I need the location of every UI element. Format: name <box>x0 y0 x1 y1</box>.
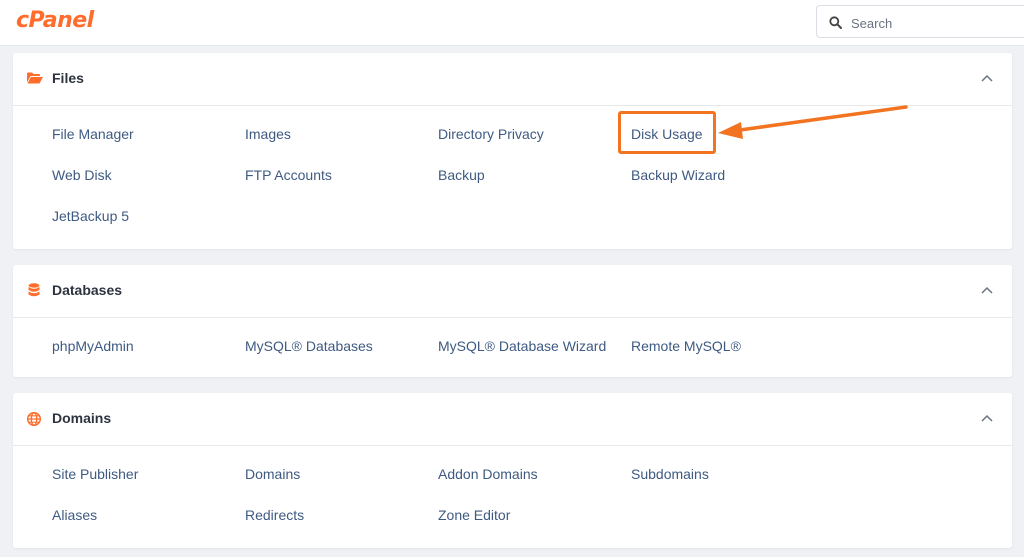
mysql-database-wizard-link[interactable]: MySQL® Database Wizard <box>438 338 606 354</box>
zone-editor-link[interactable]: Zone Editor <box>438 507 510 523</box>
aliases-link[interactable]: Aliases <box>52 507 97 523</box>
ftp-accounts-link[interactable]: FTP Accounts <box>245 167 332 183</box>
file-manager-link[interactable]: File Manager <box>52 126 134 142</box>
cpanel-logo[interactable]: cPanel <box>16 8 94 33</box>
jetbackup-link[interactable]: JetBackup 5 <box>52 208 129 224</box>
images-link[interactable]: Images <box>245 126 291 142</box>
database-icon <box>28 283 40 297</box>
web-disk-link[interactable]: Web Disk <box>52 167 112 183</box>
collapse-chevron-icon[interactable] <box>981 74 993 82</box>
redirects-link[interactable]: Redirects <box>245 507 304 523</box>
domains-panel-header[interactable]: Domains <box>13 393 1012 446</box>
subdomains-link[interactable]: Subdomains <box>631 466 709 482</box>
domains-link[interactable]: Domains <box>245 466 300 482</box>
files-title: Files <box>52 70 84 86</box>
domains-panel: Domains Site Publisher Domains Addon Dom… <box>13 393 1012 548</box>
collapse-chevron-icon[interactable] <box>981 286 993 294</box>
domains-title: Domains <box>52 410 112 426</box>
backup-link[interactable]: Backup <box>438 167 485 183</box>
backup-wizard-link[interactable]: Backup Wizard <box>631 167 725 183</box>
search-box[interactable] <box>816 5 1024 38</box>
directory-privacy-link[interactable]: Directory Privacy <box>438 126 544 142</box>
databases-panel: Databases phpMyAdmin MySQL® Databases My… <box>13 265 1012 377</box>
disk-usage-highlight-box <box>618 111 716 154</box>
top-bar: cPanel <box>0 0 1024 46</box>
search-icon <box>829 16 842 29</box>
phpmyadmin-link[interactable]: phpMyAdmin <box>52 338 134 354</box>
remote-mysql-link[interactable]: Remote MySQL® <box>631 338 741 354</box>
addon-domains-link[interactable]: Addon Domains <box>438 466 538 482</box>
mysql-databases-link[interactable]: MySQL® Databases <box>245 338 373 354</box>
search-input[interactable] <box>849 12 1023 34</box>
databases-title: Databases <box>52 282 123 298</box>
collapse-chevron-icon[interactable] <box>981 414 993 422</box>
files-panel: Files File Manager Images Directory Priv… <box>13 53 1012 249</box>
globe-icon <box>27 412 41 426</box>
files-panel-header[interactable]: Files <box>13 53 1012 106</box>
folder-open-icon <box>27 72 43 84</box>
site-publisher-link[interactable]: Site Publisher <box>52 466 138 482</box>
databases-panel-header[interactable]: Databases <box>13 265 1012 318</box>
